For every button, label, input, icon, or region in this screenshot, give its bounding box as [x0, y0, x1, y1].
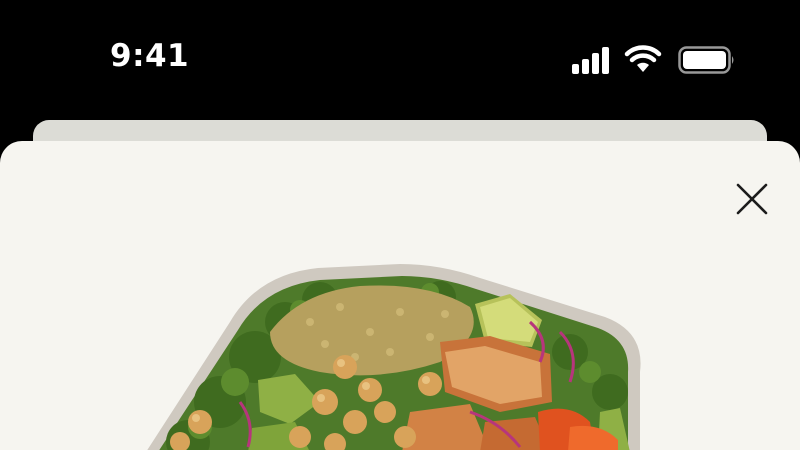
close-icon [736, 183, 768, 215]
salad-bowl-image [147, 264, 641, 450]
battery-icon [678, 46, 734, 74]
status-time: 9:41 [110, 38, 190, 74]
cellular-signal-icon [572, 47, 609, 74]
status-bar: 9:41 [0, 0, 800, 120]
wifi-icon [624, 45, 662, 72]
close-button[interactable] [732, 179, 772, 219]
